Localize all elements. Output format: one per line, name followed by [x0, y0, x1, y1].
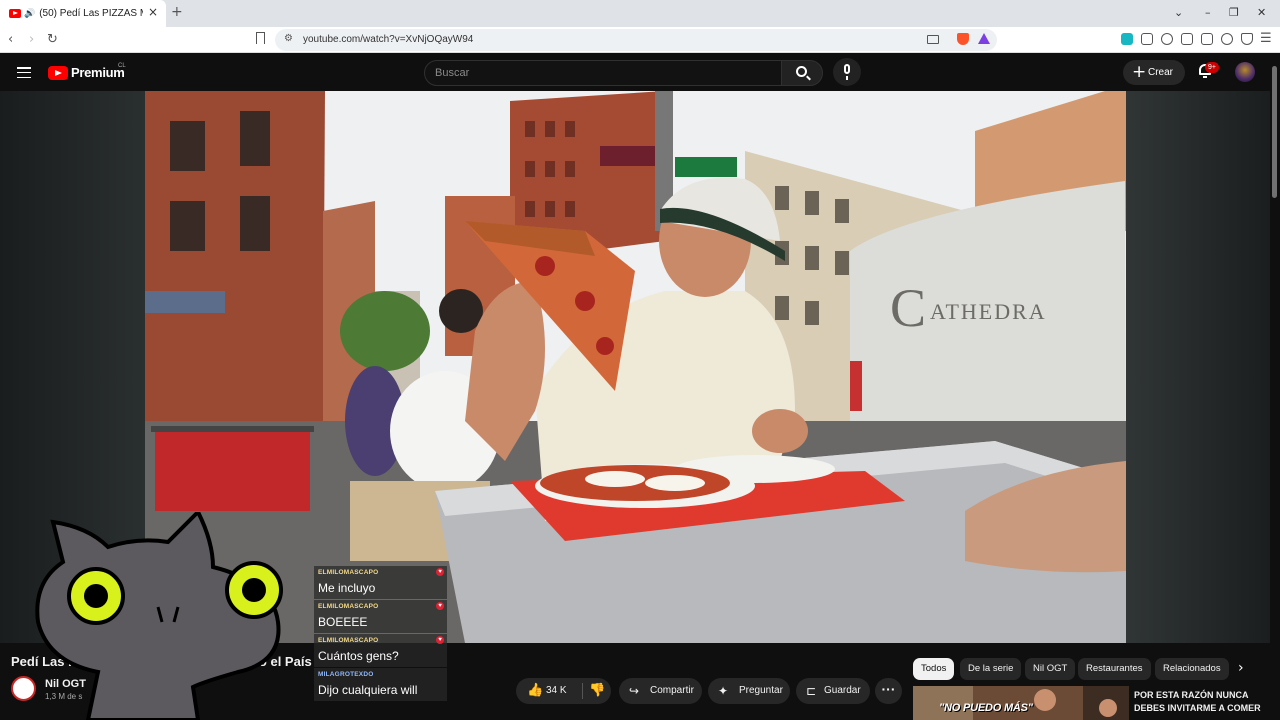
search-input[interactable]: Buscar — [424, 60, 782, 86]
browser-tab[interactable]: 🔊 (50) Pedí Las PIZZAS Más CARAS de Todo… — [0, 0, 166, 27]
chat-text: Cuántos gens? — [318, 649, 399, 663]
sparkle-icon: ✦ — [718, 684, 729, 698]
ambient-right — [1126, 91, 1270, 643]
account-avatar[interactable] — [1235, 62, 1255, 82]
bookmark-icon[interactable] — [256, 32, 265, 44]
save-label: Guardar — [824, 685, 861, 696]
more-actions-button[interactable]: ··· — [875, 678, 902, 704]
share-icon: ↪ — [629, 684, 640, 698]
youtube-logo-icon[interactable] — [48, 66, 68, 80]
close-tab-icon[interactable]: × — [148, 5, 158, 19]
chat-message: ELMILOMASCAPO ♥ Cuántos gens? — [314, 634, 447, 667]
minimize-icon[interactable]: – — [1205, 6, 1211, 19]
browser-menu-icon[interactable]: ☰ — [1260, 31, 1272, 46]
youtube-premium-logo[interactable]: Premium — [71, 65, 125, 80]
browser-tab-bar: 🔊 (50) Pedí Las PIZZAS Más CARAS de Todo… — [0, 0, 1280, 27]
create-label: Crear — [1148, 67, 1174, 78]
back-icon[interactable]: ‹ — [8, 32, 13, 47]
chat-username: MILAGROTEXDO — [318, 671, 374, 678]
ask-label: Preguntar — [739, 685, 783, 696]
new-tab-button[interactable]: + — [171, 4, 183, 20]
plus-icon: + — [1132, 62, 1147, 82]
create-button[interactable]: + Crear — [1123, 60, 1185, 85]
chat-username: ELMILOMASCAPO — [318, 603, 379, 610]
chip-todos[interactable]: Todos — [913, 658, 955, 680]
youtube-favicon-icon — [9, 9, 21, 18]
like-dislike-group: 👍 34 K 👎 — [516, 678, 611, 704]
cat-avatar-overlay — [35, 512, 283, 720]
url-text: youtube.com/watch?v=XvNjOQayW94 — [303, 34, 474, 45]
chip-nil-ogt[interactable]: Nil OGT — [1025, 658, 1076, 680]
video-frame[interactable]: C ATHEDRA — [145, 91, 1126, 643]
vpn-icon[interactable] — [1241, 33, 1253, 45]
notifications-badge: 9+ — [1205, 62, 1219, 73]
extensions-icon[interactable] — [1141, 33, 1153, 45]
site-info-icon[interactable]: ⚙ — [284, 33, 293, 44]
share-label: Compartir — [650, 685, 694, 696]
like-count[interactable]: 34 K — [546, 678, 567, 704]
chat-username: ELMILOMASCAPO — [318, 637, 379, 644]
sidebar-icon[interactable] — [1181, 33, 1193, 45]
chat-text: Me incluyo — [318, 581, 376, 595]
region-code: CL — [118, 63, 126, 69]
guide-menu-icon[interactable] — [17, 67, 31, 79]
youtube-header: Premium CL Buscar + Crear 9+ — [0, 53, 1280, 91]
tab-title: (50) Pedí Las PIZZAS Más CARAS de Todo e… — [39, 8, 143, 19]
speaker-icon[interactable]: 🔊 — [24, 9, 35, 19]
wallet-icon[interactable] — [1201, 33, 1213, 45]
chip-restaurantes[interactable]: Restaurantes — [1078, 658, 1151, 680]
like-icon[interactable]: 👍 — [527, 678, 543, 704]
chat-text: BOEEEE — [318, 615, 368, 629]
voice-search-button[interactable] — [833, 58, 861, 86]
van-letter: C — [890, 278, 926, 338]
extension-translate-icon[interactable] — [1121, 33, 1133, 45]
chat-message: MILAGROTEXDO Dijo cualquiera will — [314, 668, 447, 701]
heart-badge-icon: ♥ — [436, 602, 444, 610]
chat-overlay: ELMILOMASCAPO ♥ Me incluyo ELMILOMASCAPO… — [314, 566, 447, 702]
microphone-icon — [844, 64, 850, 74]
brave-rewards-icon[interactable] — [978, 33, 990, 44]
save-button[interactable]: ⊏ Guardar — [796, 678, 870, 704]
chip-relacionados[interactable]: Relacionados — [1155, 658, 1229, 680]
url-field[interactable]: ⚙ youtube.com/watch?v=XvNjOQayW94 — [275, 29, 997, 51]
heart-badge-icon: ♥ — [436, 568, 444, 576]
heart-badge-icon: ♥ — [436, 636, 444, 644]
thumbnail-caption: "NO PUEDO MÁS" — [939, 702, 1033, 714]
address-bar-row: ‹ › ↻ ⚙ youtube.com/watch?v=XvNjOQayW94 … — [0, 27, 1280, 53]
bookmark-save-icon: ⊏ — [806, 684, 817, 698]
search-button[interactable] — [781, 60, 823, 86]
tab-search-icon[interactable]: ⌄ — [1174, 6, 1183, 19]
chat-message: ELMILOMASCAPO ♥ BOEEEE — [314, 600, 447, 633]
share-button[interactable]: ↪ Compartir — [619, 678, 702, 704]
brave-shield-icon[interactable] — [957, 33, 969, 45]
search-icon — [796, 66, 807, 77]
recommended-video-title[interactable]: POR ESTA RAZÓN NUNCA DEBES INVITARME A C… — [1134, 689, 1269, 715]
chevron-right-icon[interactable]: › — [1238, 660, 1244, 676]
van-text: ATHEDRA — [930, 299, 1047, 324]
reload-icon[interactable]: ↻ — [47, 32, 58, 47]
video-frame-image: C ATHEDRA — [145, 91, 1126, 643]
dislike-icon[interactable]: 👎 — [589, 678, 605, 704]
chat-username: ELMILOMASCAPO — [318, 569, 379, 576]
recommended-video-thumbnail[interactable]: "NO PUEDO MÁS" — [913, 686, 1129, 720]
forward-icon[interactable]: › — [29, 32, 34, 47]
search-placeholder: Buscar — [435, 67, 470, 79]
chat-text: Dijo cualquiera will — [318, 683, 418, 697]
restore-icon[interactable]: ❐ — [1229, 6, 1239, 19]
chat-message: ELMILOMASCAPO ♥ Me incluyo — [314, 566, 447, 599]
chip-de-la-serie[interactable]: De la serie — [960, 658, 1022, 680]
leo-ai-icon[interactable] — [1221, 33, 1233, 45]
cast-icon[interactable] — [927, 35, 939, 44]
media-icon[interactable] — [1161, 33, 1173, 45]
ask-button[interactable]: ✦ Preguntar — [708, 678, 790, 704]
close-window-icon[interactable]: ✕ — [1257, 6, 1266, 19]
page-scrollbar-thumb[interactable] — [1272, 66, 1277, 198]
